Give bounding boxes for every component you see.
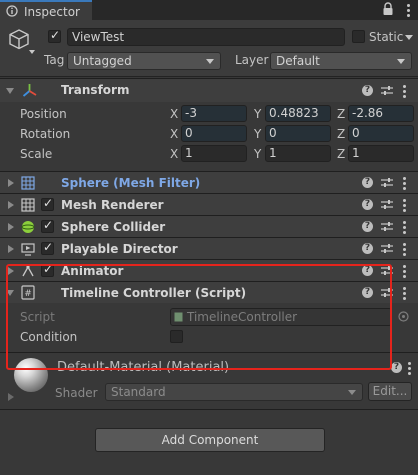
tag-label: Tag	[44, 53, 65, 67]
info-icon	[6, 5, 18, 17]
component-menu-icon[interactable]	[403, 177, 406, 192]
object-name-field[interactable]: ViewTest	[67, 28, 345, 46]
static-label: Static	[369, 30, 404, 44]
mesh-filter-header[interactable]: Sphere (Mesh Filter) ?	[0, 171, 418, 193]
scale-label: Scale	[20, 147, 53, 161]
preset-sliders-icon[interactable]	[381, 199, 393, 210]
component-title: Mesh Renderer	[61, 198, 164, 212]
help-icon[interactable]: ?	[362, 199, 373, 210]
mesh-grid-icon	[21, 176, 35, 190]
axis-x-label: X	[170, 107, 179, 121]
gameobject-header: ViewTest Static Tag Untagged Layer Defau…	[0, 20, 418, 77]
component-title: Sphere Collider	[61, 220, 166, 234]
component-menu-icon[interactable]	[403, 221, 406, 236]
axis-y-label: Y	[254, 147, 262, 161]
enabled-checkbox[interactable]	[41, 218, 54, 233]
foldout-arrow-icon[interactable]	[8, 223, 14, 231]
rotation-z-field[interactable]: 0	[348, 125, 414, 142]
component-menu-icon[interactable]	[403, 265, 406, 280]
lock-icon[interactable]	[382, 2, 394, 16]
scale-x-field[interactable]: 1	[181, 145, 247, 162]
foldout-arrow-icon[interactable]	[8, 393, 14, 401]
layer-dropdown[interactable]: Default	[270, 52, 412, 70]
tab-label: Inspector	[24, 5, 80, 19]
static-dropdown-arrow[interactable]	[405, 35, 413, 40]
shader-label: Shader	[55, 386, 98, 400]
position-z-field[interactable]: -2.86	[348, 105, 414, 122]
foldout-arrow-icon[interactable]	[6, 88, 14, 94]
playable-director-header[interactable]: Playable Director ?	[0, 237, 418, 259]
tag-value: Untagged	[73, 54, 132, 68]
axis-x-label: X	[170, 147, 179, 161]
component-menu-icon[interactable]	[403, 287, 406, 302]
help-icon[interactable]: ?	[362, 221, 373, 232]
component-menu-icon[interactable]	[403, 85, 406, 100]
transform-header[interactable]: Transform ?	[0, 78, 418, 102]
preset-sliders-icon[interactable]	[381, 85, 393, 96]
static-checkbox[interactable]	[352, 30, 365, 43]
foldout-arrow-icon[interactable]	[8, 245, 14, 253]
mesh-renderer-icon	[21, 198, 35, 212]
axis-x-label: X	[170, 127, 179, 141]
rotation-y-field[interactable]: 0	[265, 125, 331, 142]
enabled-checkbox[interactable]	[41, 196, 54, 211]
icon-dropdown-arrow[interactable]	[29, 50, 35, 54]
scale-z-field[interactable]: 1	[348, 145, 414, 162]
axis-z-label: Z	[337, 107, 346, 121]
position-label: Position	[20, 107, 67, 121]
divider	[0, 409, 418, 410]
preset-sliders-icon[interactable]	[381, 177, 393, 188]
chevron-down-icon	[348, 390, 356, 395]
layer-value: Default	[276, 54, 320, 68]
object-picker-icon	[398, 311, 409, 322]
sphere-collider-header[interactable]: Sphere Collider ?	[0, 215, 418, 237]
shader-value: Standard	[111, 385, 166, 399]
axis-y-label: Y	[254, 107, 262, 121]
help-icon[interactable]: ?	[362, 243, 373, 254]
axis-z-label: Z	[337, 127, 346, 141]
component-title: Sphere (Mesh Filter)	[61, 176, 201, 190]
component-menu-icon[interactable]	[403, 199, 406, 214]
foldout-arrow-icon[interactable]	[8, 201, 14, 209]
gameobject-cube-icon	[9, 29, 29, 50]
layer-label: Layer	[235, 53, 269, 67]
component-title: Playable Director	[61, 242, 178, 256]
preset-sliders-icon[interactable]	[381, 221, 393, 232]
help-icon[interactable]: ?	[391, 362, 402, 373]
window-menu-icon[interactable]	[404, 2, 412, 17]
add-component-button[interactable]: Add Component	[95, 428, 325, 452]
playable-director-icon	[21, 243, 35, 256]
chevron-down-icon	[397, 59, 405, 64]
shader-dropdown[interactable]: Standard	[105, 383, 363, 401]
transform-axis-icon	[22, 84, 37, 97]
chevron-down-icon	[206, 59, 214, 64]
shader-edit-button[interactable]: Edit...	[368, 382, 412, 401]
position-y-field[interactable]: 0.48823	[265, 105, 331, 122]
enabled-checkbox[interactable]	[41, 240, 54, 255]
position-x-field[interactable]: -3	[181, 105, 247, 122]
scale-y-field[interactable]: 1	[265, 145, 331, 162]
active-checkbox[interactable]	[48, 28, 61, 43]
axis-y-label: Y	[254, 127, 262, 141]
sphere-collider-icon	[21, 221, 35, 233]
tag-dropdown[interactable]: Untagged	[67, 52, 221, 70]
material-menu-icon[interactable]	[408, 362, 411, 377]
mesh-renderer-header[interactable]: Mesh Renderer ?	[0, 193, 418, 215]
help-icon[interactable]: ?	[362, 177, 373, 188]
foldout-arrow-icon[interactable]	[8, 179, 14, 187]
axis-z-label: Z	[337, 147, 346, 161]
tab-inspector[interactable]: Inspector	[0, 0, 92, 20]
rotation-x-field[interactable]: 0	[181, 125, 247, 142]
component-title: Transform	[61, 83, 130, 97]
rotation-label: Rotation	[20, 127, 71, 141]
help-icon[interactable]: ?	[362, 85, 373, 96]
highlight-box	[6, 264, 392, 370]
preset-sliders-icon[interactable]	[381, 243, 393, 254]
tab-bar: Inspector	[0, 0, 418, 20]
component-menu-icon[interactable]	[403, 243, 406, 258]
